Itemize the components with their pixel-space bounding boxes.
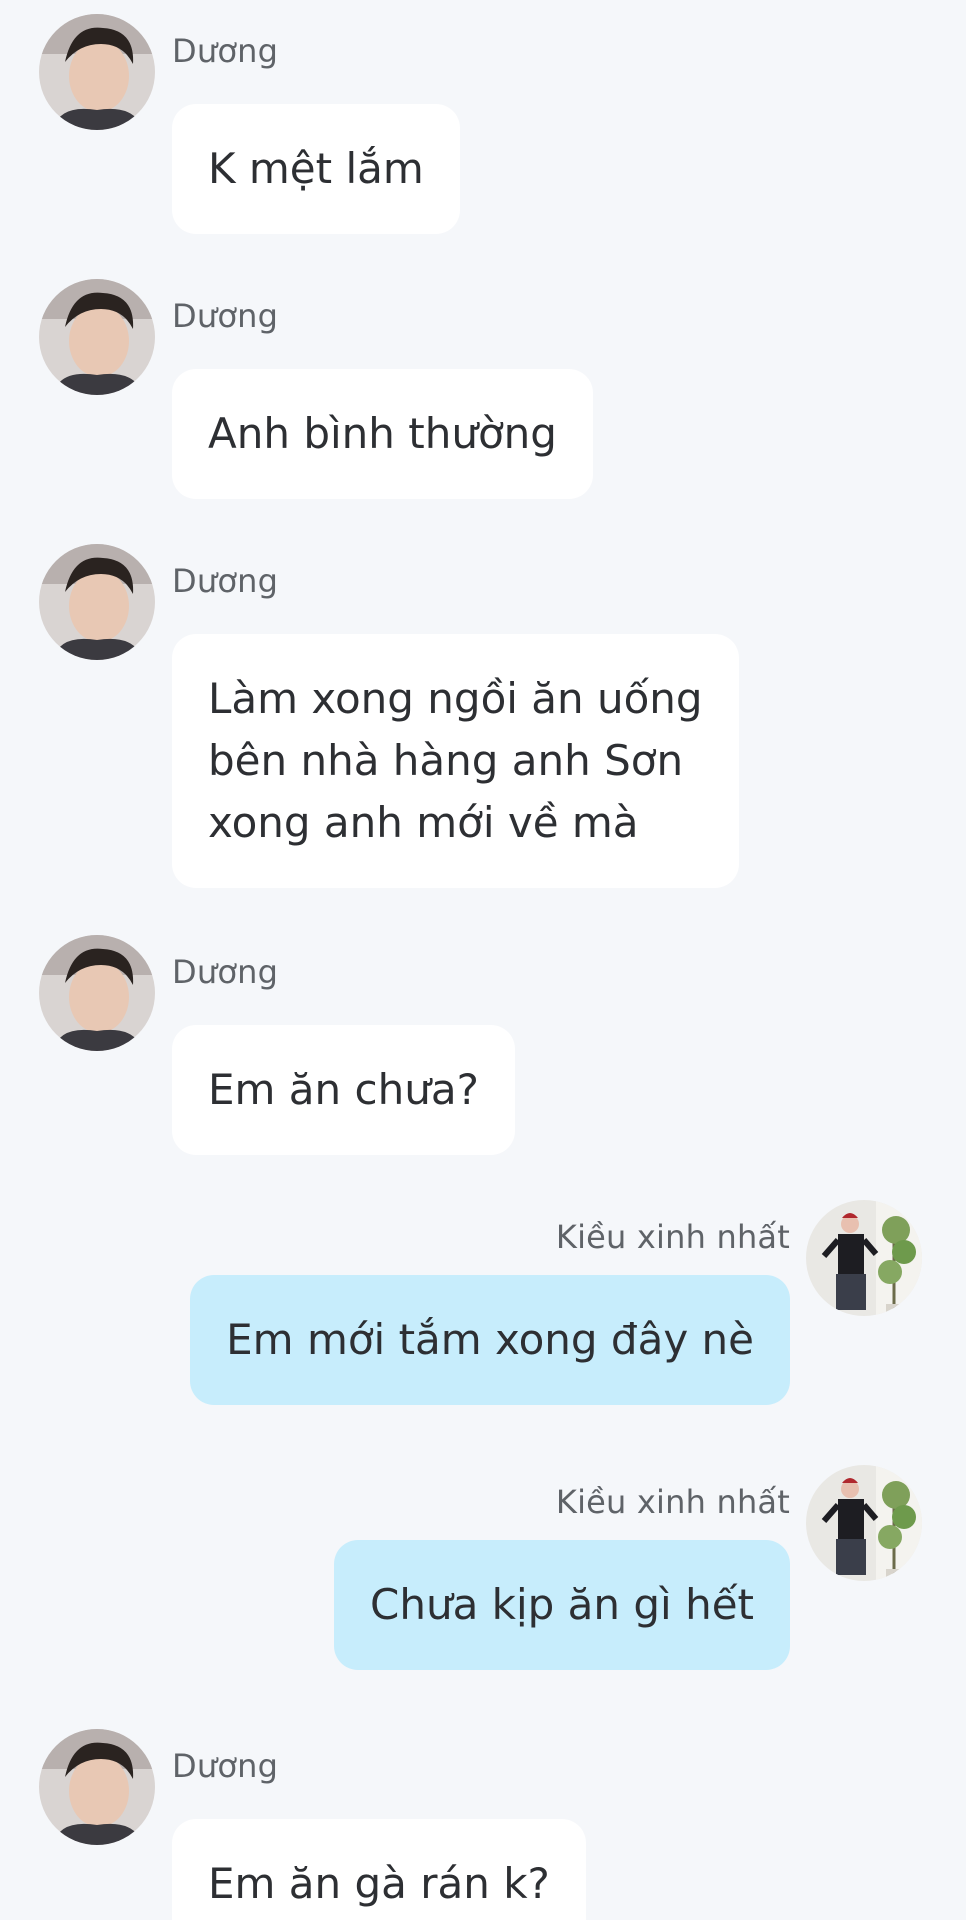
message-row: Dương Anh bình thường (0, 279, 966, 499)
message-bubble[interactable]: Em ăn chưa? (172, 1025, 515, 1155)
message-bubble[interactable]: Em mới tắm xong đây nè (190, 1275, 790, 1405)
message-bubble[interactable]: Làm xong ngồi ăn uống bên nhà hàng anh S… (172, 634, 739, 888)
avatar-duong[interactable] (39, 279, 155, 395)
message-text: Em ăn chưa? (208, 1065, 479, 1114)
sender-name: Kiều xinh nhất (555, 1483, 790, 1521)
message-row: Kiều xinh nhất Em mới tắm xong đây nè (0, 1200, 966, 1410)
message-text-line: xong anh mới về mà (208, 798, 639, 847)
message-row: Dương K mệt lắm (0, 14, 966, 234)
sender-name: Dương (172, 297, 279, 335)
message-row: Kiều xinh nhất Chưa kịp ăn gì hết (0, 1465, 966, 1675)
sender-name: Dương (172, 1747, 279, 1785)
message-row: Dương Em ăn chưa? (0, 935, 966, 1155)
avatar-kieu[interactable] (806, 1465, 922, 1581)
chat-thread[interactable]: Dương K mệt lắm Dương Anh bình thường Dư… (0, 0, 966, 1920)
sender-name: Dương (172, 32, 279, 70)
message-text-line: bên nhà hàng anh Sơn (208, 736, 684, 785)
message-text: Chưa kịp ăn gì hết (370, 1580, 754, 1629)
message-row: Dương Em ăn gà rán k? (0, 1729, 966, 1920)
message-text: K mệt lắm (208, 144, 424, 193)
message-bubble[interactable]: K mệt lắm (172, 104, 460, 234)
avatar-kieu[interactable] (806, 1200, 922, 1316)
avatar-duong[interactable] (39, 935, 155, 1051)
message-bubble[interactable]: Chưa kịp ăn gì hết (334, 1540, 790, 1670)
sender-name: Kiều xinh nhất (555, 1218, 790, 1256)
message-bubble[interactable]: Em ăn gà rán k? (172, 1819, 586, 1920)
sender-name: Dương (172, 562, 279, 600)
message-bubble[interactable]: Anh bình thường (172, 369, 593, 499)
message-text-line: Làm xong ngồi ăn uống (208, 674, 703, 723)
message-text: Em ăn gà rán k? (208, 1859, 550, 1908)
message-text: Em mới tắm xong đây nè (226, 1315, 754, 1364)
sender-name: Dương (172, 953, 279, 991)
avatar-duong[interactable] (39, 1729, 155, 1845)
message-text: Anh bình thường (208, 409, 557, 458)
message-row: Dương Làm xong ngồi ăn uống bên nhà hàng… (0, 544, 966, 888)
avatar-duong[interactable] (39, 14, 155, 130)
avatar-duong[interactable] (39, 544, 155, 660)
